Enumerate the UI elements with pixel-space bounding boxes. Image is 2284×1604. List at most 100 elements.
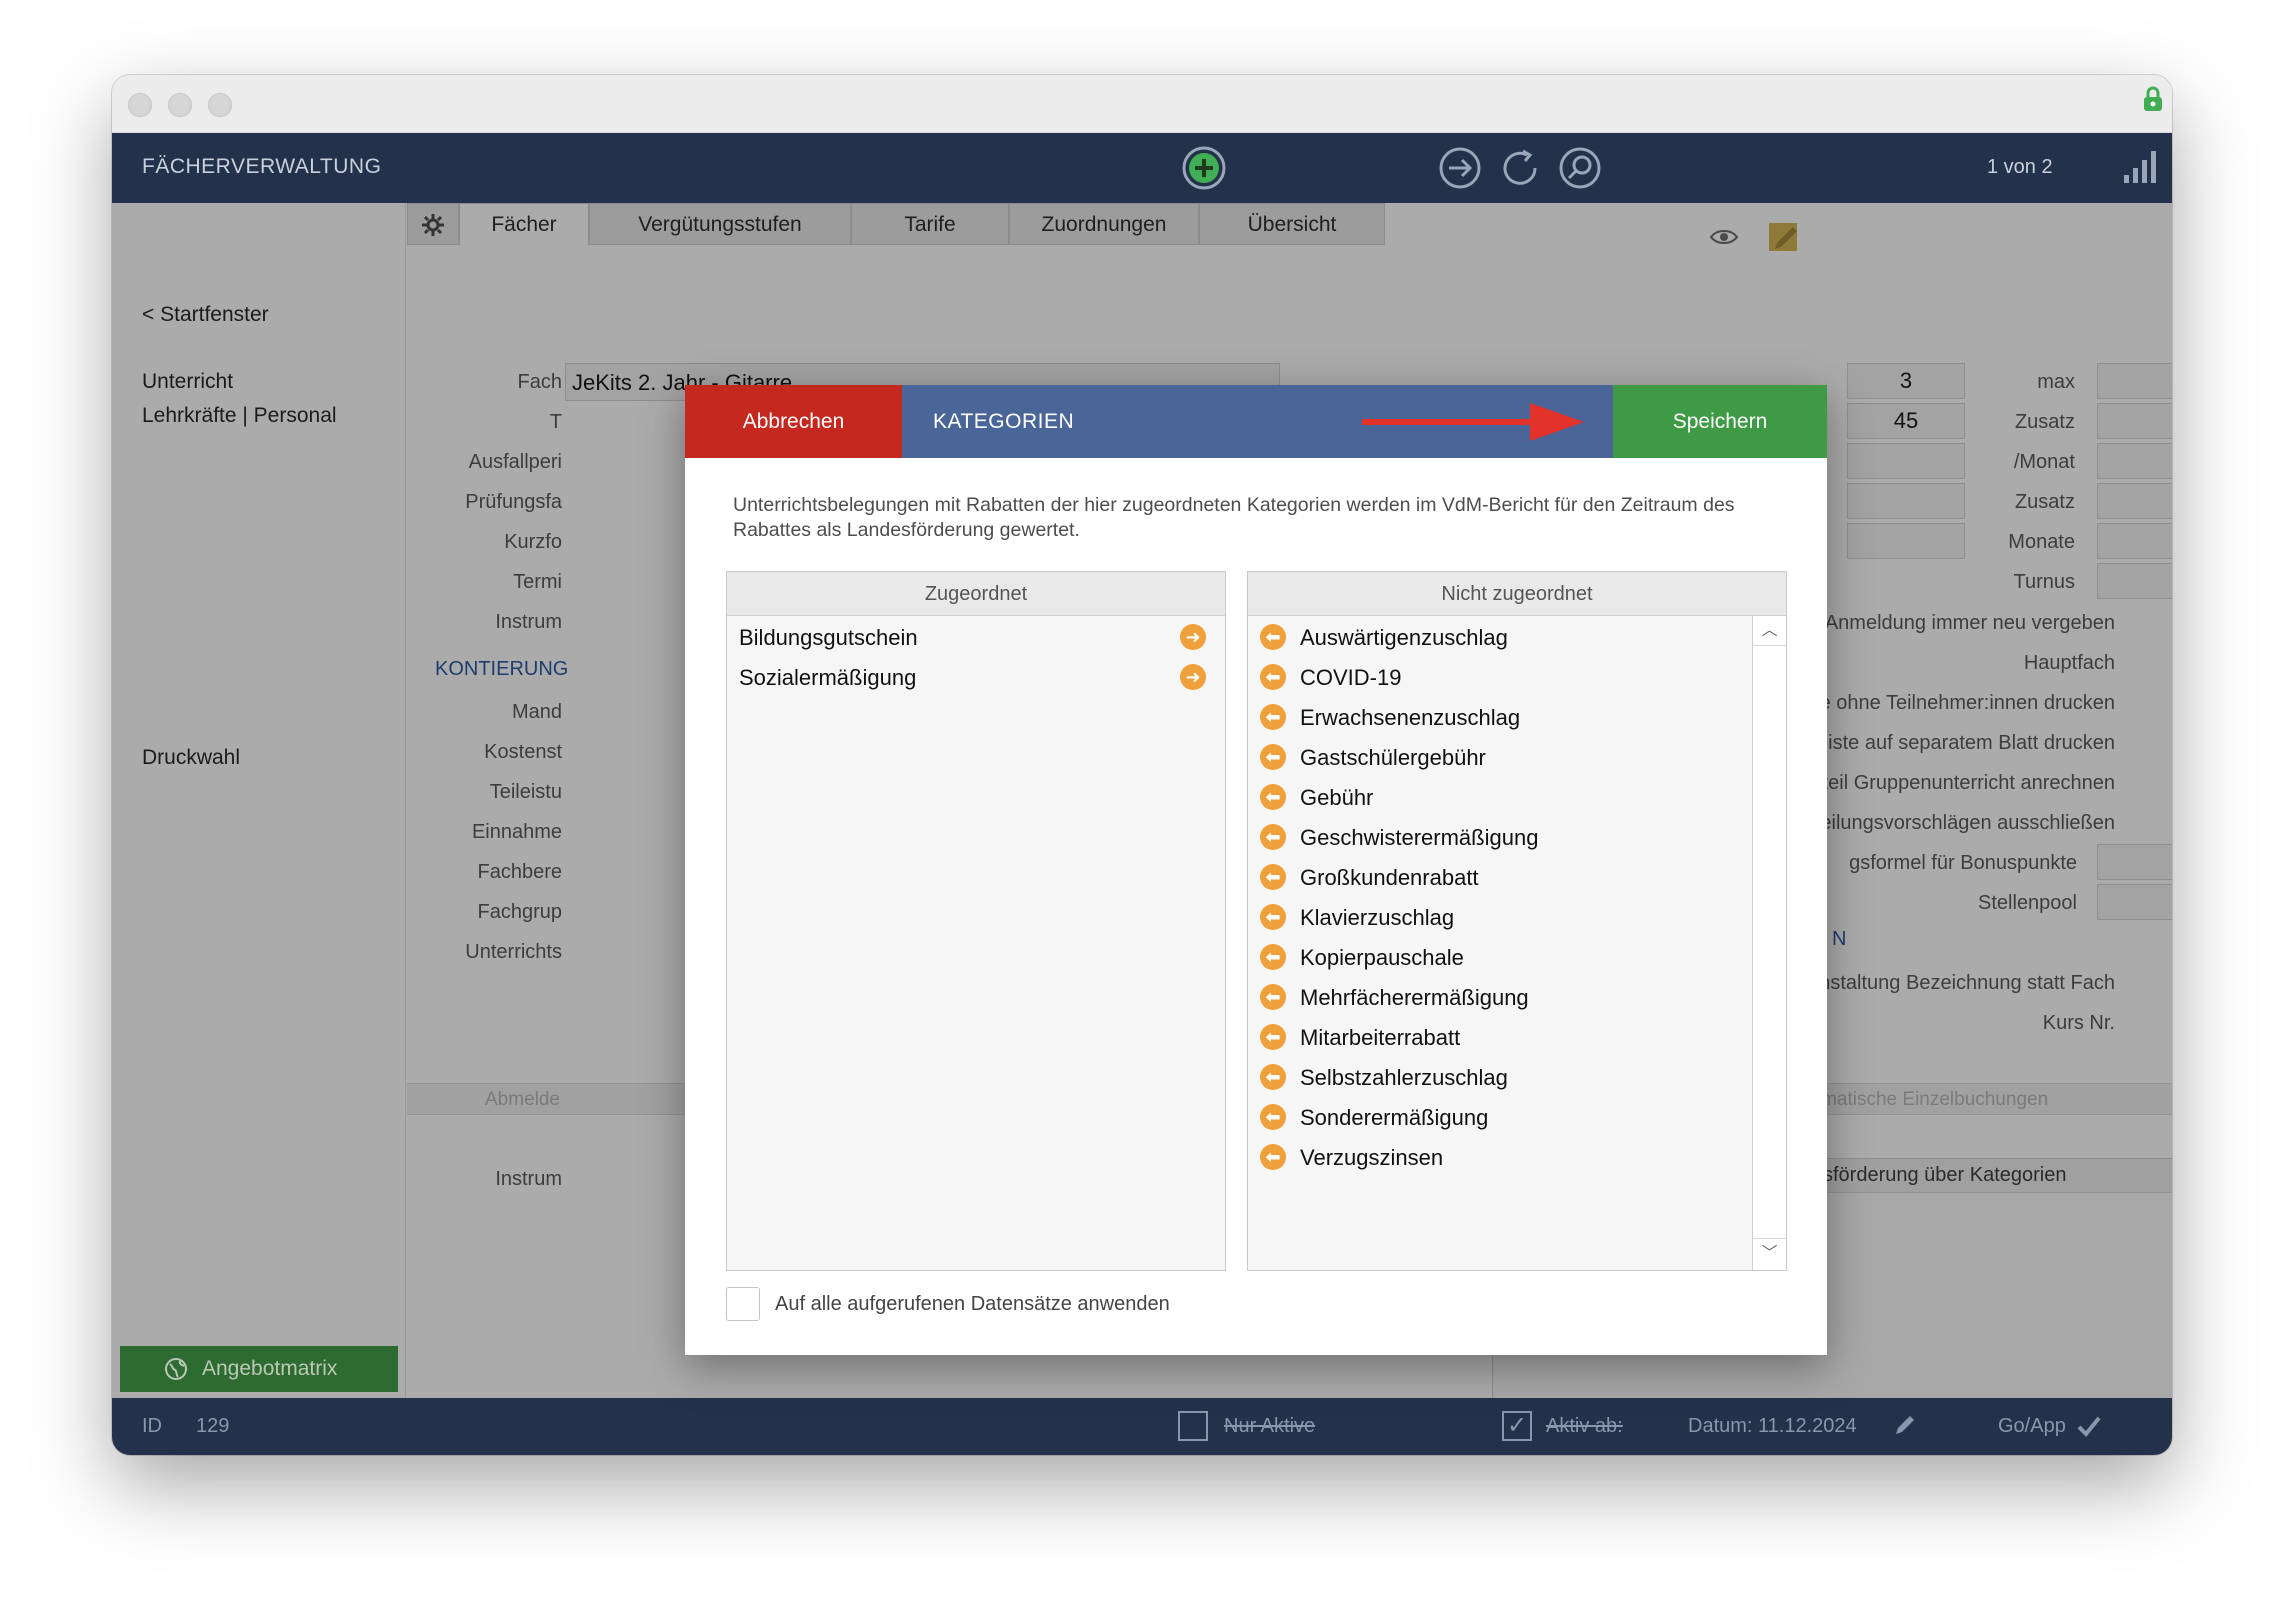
id-label: ID — [142, 1415, 162, 1437]
cancel-button[interactable]: Abbrechen — [685, 385, 902, 458]
list-item[interactable]: ⬅ Kopierpauschale — [1248, 936, 1752, 976]
pencil-icon[interactable] — [1892, 1414, 1916, 1438]
list-item[interactable]: Bildungsgutschein ➜ — [727, 616, 1225, 656]
label-unterrichtsart: Unterrichts — [465, 941, 562, 963]
bonus-field[interactable] — [2097, 844, 2172, 880]
teilnehmer-min-field[interactable]: 3 — [1847, 363, 1965, 399]
scroll-down-button[interactable]: ﹀ — [1753, 1238, 1786, 1268]
dialog-header: Abbrechen KATEGORIEN Speichern — [685, 385, 1827, 458]
apply-all-checkbox[interactable] — [726, 1287, 760, 1321]
dialog-title: KATEGORIEN — [933, 410, 1075, 433]
list-item[interactable]: ⬅ Auswärtigenzuschlag — [1248, 616, 1752, 656]
datum-label[interactable]: Datum: 11.12.2024 — [1688, 1415, 1857, 1438]
sidebar-item-lehrkraefte[interactable]: Lehrkräfte | Personal — [142, 404, 337, 428]
nur-aktive-checkbox[interactable] — [1178, 1411, 1208, 1441]
arrow-left-icon[interactable]: ⬅ — [1260, 704, 1286, 730]
close-window-button[interactable] — [128, 93, 152, 117]
list-item[interactable]: ⬅ Gebühr — [1248, 776, 1752, 816]
teilnehmer-max-field[interactable]: 5 — [2097, 363, 2172, 399]
list-item[interactable]: ⬅ Mitarbeiterrabatt — [1248, 1016, 1752, 1056]
arrow-left-icon[interactable]: ⬅ — [1260, 624, 1286, 650]
assigned-list-header: Zugeordnet — [727, 572, 1225, 616]
monate-field[interactable] — [2097, 523, 2172, 559]
aktiv-ab-checkbox[interactable]: ✓ — [1502, 1411, 1532, 1441]
refresh-icon[interactable] — [1497, 145, 1543, 191]
settings-tab[interactable] — [407, 203, 459, 245]
tab-verguetungsstufen[interactable]: Vergütungsstufen — [589, 203, 851, 245]
assigned-item-label: Sozialermäßigung — [739, 665, 917, 690]
goto-icon[interactable] — [1437, 145, 1483, 191]
back-to-start-link[interactable]: < Startfenster — [142, 303, 269, 327]
list-item[interactable]: ⬅ Sonderermäßigung — [1248, 1096, 1752, 1136]
monat-field[interactable] — [2097, 443, 2172, 479]
save-button[interactable]: Speichern — [1613, 385, 1827, 458]
label-pruefungsfach: Prüfungsfa — [465, 491, 562, 513]
dialog-description: Unterrichtsbelegungen mit Rabatten der h… — [733, 494, 1735, 541]
kategorien-dialog: Abbrechen KATEGORIEN Speichern Unterrich… — [685, 385, 1827, 1355]
tab-zuordnungen[interactable]: Zuordnungen — [1009, 203, 1199, 245]
unassigned-item-label: Mitarbeiterrabatt — [1300, 1025, 1461, 1050]
unassigned-item-label: Auswärtigenzuschlag — [1300, 625, 1508, 650]
search-icon[interactable] — [1557, 145, 1603, 191]
list-item[interactable]: Sozialermäßigung ➜ — [727, 656, 1225, 696]
goapp-label[interactable]: Go/App — [1998, 1415, 2066, 1438]
arrow-left-icon[interactable]: ⬅ — [1260, 904, 1286, 930]
sidebar-item-unterricht[interactable]: Unterricht — [142, 370, 233, 394]
arrow-left-icon[interactable]: ⬅ — [1260, 984, 1286, 1010]
field-row4[interactable] — [1847, 483, 1965, 519]
zusatz2-field[interactable] — [2097, 483, 2172, 519]
app-title: FÄCHERVERWALTUNG — [142, 155, 382, 178]
field-row5[interactable] — [1847, 523, 1965, 559]
checkmark-icon — [2077, 1416, 2101, 1437]
arrow-left-icon[interactable]: ⬅ — [1260, 784, 1286, 810]
sidebar-item-druckwahl[interactable]: Druckwahl — [142, 746, 240, 770]
list-item[interactable]: ⬅ Großkundenrabatt — [1248, 856, 1752, 896]
arrow-left-icon[interactable]: ⬅ — [1260, 824, 1286, 850]
scroll-up-button[interactable]: ︿ — [1753, 616, 1786, 646]
zoom-window-button[interactable] — [208, 93, 232, 117]
arrow-left-icon[interactable]: ⬅ — [1260, 744, 1286, 770]
tab-uebersicht[interactable]: Übersicht — [1199, 203, 1385, 245]
arrow-left-icon[interactable]: ⬅ — [1260, 1064, 1286, 1090]
unassigned-item-label: Klavierzuschlag — [1300, 905, 1455, 930]
list-item[interactable]: ⬅ Verzugszinsen — [1248, 1136, 1752, 1176]
list-item[interactable]: ⬅ Selbstzahlerzuschlag — [1248, 1056, 1752, 1096]
arrow-left-icon[interactable]: ⬅ — [1260, 1144, 1286, 1170]
arrow-left-icon[interactable]: ⬅ — [1260, 1104, 1286, 1130]
arrow-right-icon[interactable]: ➜ — [1180, 664, 1206, 690]
arrow-left-icon[interactable]: ⬅ — [1260, 944, 1286, 970]
list-item[interactable]: ⬅ Erwachsenenzuschlag — [1248, 696, 1752, 736]
angebotmatrix-button[interactable]: Angebotmatrix — [120, 1346, 398, 1392]
arrow-left-icon[interactable]: ⬅ — [1260, 864, 1286, 890]
turnus-field[interactable] — [2097, 563, 2172, 599]
unassigned-item-label: Verzugszinsen — [1300, 1145, 1444, 1170]
label-t: T — [549, 411, 562, 433]
arrow-right-icon[interactable]: ➜ — [1180, 624, 1206, 650]
gear-icon — [422, 214, 444, 236]
scrollbar[interactable]: ︿ ﹀ — [1752, 616, 1786, 1270]
arrow-left-icon[interactable]: ⬅ — [1260, 1024, 1286, 1050]
add-record-icon[interactable] — [1181, 145, 1227, 191]
arrow-left-icon[interactable]: ⬅ — [1260, 664, 1286, 690]
section-n: N — [1832, 928, 1847, 950]
tab-faecher[interactable]: Fächer — [459, 203, 589, 245]
label-instrument: Instrum — [495, 611, 562, 633]
list-item[interactable]: ⬅ Klavierzuschlag — [1248, 896, 1752, 936]
unassigned-item-label: Gastschülergebühr — [1300, 745, 1486, 770]
list-item[interactable]: ⬅ Gastschülergebühr — [1248, 736, 1752, 776]
minimize-window-button[interactable] — [168, 93, 192, 117]
list-item[interactable]: ⬅ COVID-19 — [1248, 656, 1752, 696]
list-item[interactable]: ⬅ Mehrfächerermäßigung — [1248, 976, 1752, 1016]
tab-tarife[interactable]: Tarife — [851, 203, 1009, 245]
field-row3[interactable] — [1847, 443, 1965, 479]
label-max: max — [2037, 371, 2075, 393]
stellenpool-field[interactable] — [2097, 884, 2172, 920]
status-bar: ID 129 Nur Aktive ✓ Aktiv ab: Datum: 11.… — [112, 1398, 2172, 1455]
note-edit-icon[interactable] — [1767, 219, 1801, 253]
duration-field[interactable]: 45 — [1847, 403, 1965, 439]
list-item[interactable]: ⬅ Geschwisterermäßigung — [1248, 816, 1752, 856]
nur-aktive-label: Nur Aktive — [1224, 1415, 1316, 1437]
label-monat: /Monat — [2013, 451, 2075, 473]
eye-icon[interactable] — [1709, 227, 1739, 247]
zusatz-field[interactable] — [2097, 403, 2172, 439]
